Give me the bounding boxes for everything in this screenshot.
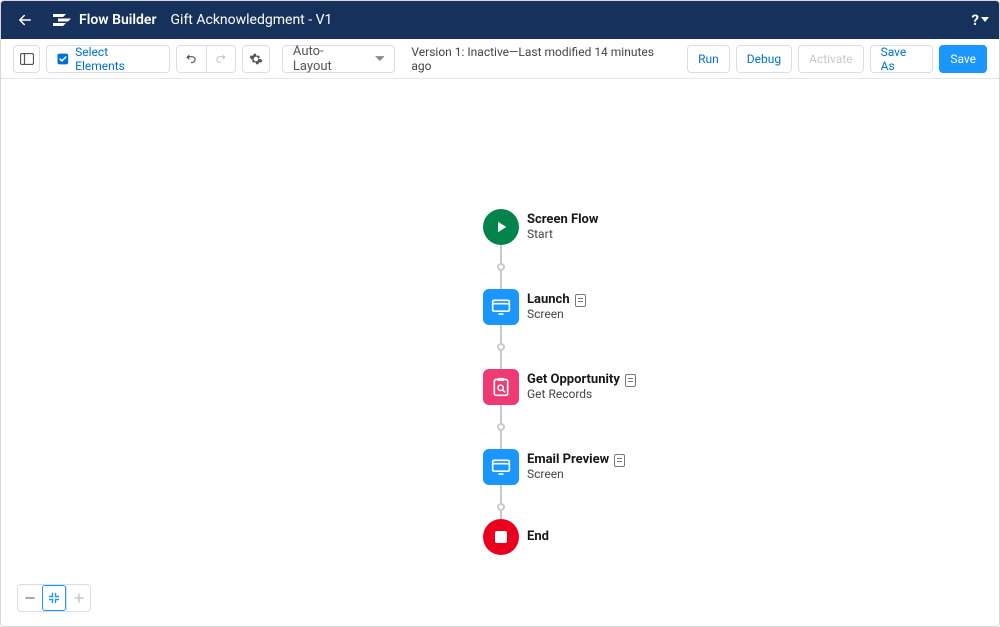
node-end[interactable]: End [483,519,743,555]
screen-node-icon [483,449,519,485]
chevron-down-icon [981,17,989,23]
flow-canvas[interactable]: Screen Flow Start Launch Screen [1,79,999,626]
node-sub: Get Records [527,388,636,402]
zoom-in-button[interactable] [66,585,90,611]
back-button[interactable] [11,6,39,34]
screen-node-icon [483,289,519,325]
flow-builder-icon [53,11,71,29]
screen-icon [491,458,511,476]
save-label: Save [950,52,976,66]
add-element-dot[interactable] [497,503,505,511]
activate-label: Activate [809,52,853,66]
screen-icon [491,298,511,316]
add-element-dot[interactable] [497,423,505,431]
run-label: Run [698,52,719,66]
toolbar: Select Elements Auto-Layout Version 1: I… [1,39,999,79]
layout-mode-label: Auto-Layout [293,44,361,74]
help-menu[interactable]: ? [972,11,989,29]
node-sub: Start [527,228,598,242]
checkbox-icon [57,53,69,65]
add-element-dot[interactable] [497,343,505,351]
chevron-down-icon [375,56,385,62]
toggle-panel-button[interactable] [13,45,40,73]
save-as-label: Save As [881,45,923,73]
node-title: Get Opportunity [527,373,620,388]
description-icon [625,374,636,387]
undo-icon [184,52,198,66]
collapse-icon [48,592,60,604]
stop-icon [494,530,508,544]
zoom-out-button[interactable] [18,585,42,611]
debug-button[interactable]: Debug [736,45,792,73]
start-node-icon [483,209,519,245]
add-element-dot[interactable] [497,263,505,271]
save-as-button[interactable]: Save As [870,45,934,73]
node-launch[interactable]: Launch Screen [483,289,743,325]
zoom-controls [17,584,91,612]
undo-button[interactable] [177,46,206,72]
status-text: Version 1: Inactive—Last modified 14 min… [411,45,671,73]
node-sub: Screen [527,468,625,482]
save-button[interactable]: Save [939,45,987,73]
run-button[interactable]: Run [687,45,730,73]
redo-icon [214,52,228,66]
debug-label: Debug [747,52,781,66]
settings-button[interactable] [242,45,269,73]
node-title: End [527,530,549,545]
redo-button[interactable] [206,46,235,72]
arrow-left-icon [16,11,34,29]
node-sub: Screen [527,308,586,322]
builder-brand: Flow Builder [53,11,157,29]
layout-mode-select[interactable]: Auto-Layout [282,45,396,73]
node-title: Launch [527,293,570,308]
app-header: Flow Builder Gift Acknowledgment - V1 ? [1,1,999,39]
activate-button[interactable]: Activate [798,45,864,73]
panel-icon [20,53,34,65]
description-icon [614,454,625,467]
help-icon: ? [972,11,979,29]
zoom-fit-button[interactable] [42,585,66,611]
node-get-opportunity[interactable]: Get Opportunity Get Records [483,369,743,405]
node-title: Screen Flow [527,213,598,228]
clipboard-search-icon [491,377,511,397]
end-node-icon [483,519,519,555]
node-email-preview[interactable]: Email Preview Screen [483,449,743,485]
select-elements-label: Select Elements [75,45,159,73]
node-title: Email Preview [527,453,609,468]
flow-diagram: Screen Flow Start Launch Screen [483,209,743,555]
node-start[interactable]: Screen Flow Start [483,209,743,245]
plus-icon [73,592,85,604]
flow-title: Gift Acknowledgment - V1 [171,12,333,28]
builder-name: Flow Builder [79,12,157,28]
description-icon [575,294,586,307]
undo-redo-group [176,45,237,73]
gear-icon [249,52,263,66]
get-records-node-icon [483,369,519,405]
select-elements-button[interactable]: Select Elements [46,45,169,73]
play-icon [492,218,510,236]
minus-icon [24,592,36,604]
